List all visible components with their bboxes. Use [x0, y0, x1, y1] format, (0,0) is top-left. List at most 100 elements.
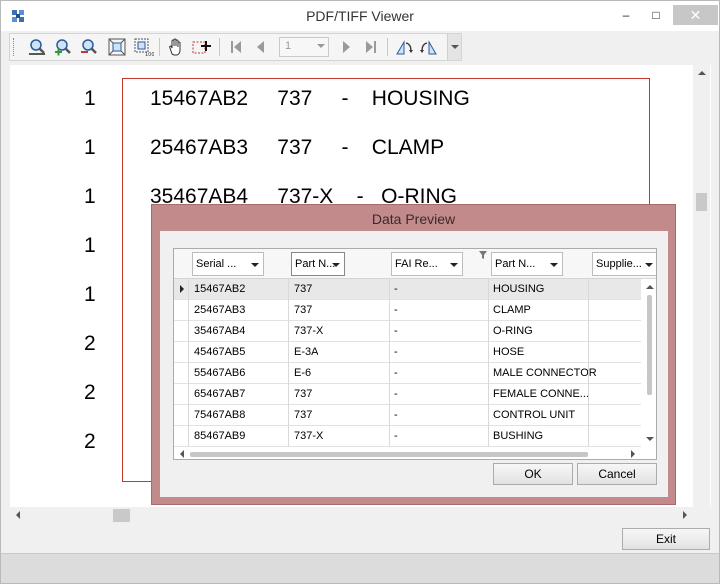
grid-vertical-scrollbar[interactable]	[641, 279, 656, 447]
zoom-fit-icon[interactable]	[26, 37, 48, 57]
table-cell[interactable]: 35467AB4	[194, 325, 245, 337]
table-cell[interactable]: -	[394, 430, 398, 442]
ok-button[interactable]: OK	[493, 463, 573, 485]
previous-page-icon[interactable]	[250, 37, 272, 57]
table-cell[interactable]: 15467AB2	[194, 283, 245, 295]
row-indicator-icon	[180, 285, 184, 293]
column-header-part-name[interactable]: Part N...	[491, 252, 563, 276]
rotate-right-icon[interactable]	[418, 37, 440, 57]
table-cell[interactable]: 55467AB6	[194, 367, 245, 379]
table-row[interactable]: 85467AB9 737-X - BUSHING	[174, 426, 642, 447]
table-row[interactable]: 35467AB4 737-X - O-RING	[174, 321, 642, 342]
column-divider	[389, 279, 390, 447]
document-quantity: 2	[84, 332, 96, 355]
table-cell[interactable]: 737	[294, 409, 312, 421]
pan-hand-icon[interactable]	[165, 37, 187, 57]
exit-button[interactable]: Exit	[622, 528, 710, 550]
zoom-in-icon[interactable]	[52, 37, 74, 57]
toolbar-grip[interactable]	[13, 38, 15, 56]
select-region-icon[interactable]	[191, 37, 213, 57]
chevron-down-icon[interactable]	[645, 263, 653, 267]
scroll-left-icon[interactable]	[16, 511, 20, 519]
table-cell[interactable]: -	[394, 304, 398, 316]
table-row[interactable]: 25467AB3 737 - CLAMP	[174, 300, 642, 321]
toolbar-separator	[387, 38, 388, 56]
column-header-serial[interactable]: Serial ...	[192, 252, 264, 276]
scroll-right-icon[interactable]	[631, 450, 635, 458]
table-cell[interactable]: 737	[294, 388, 312, 400]
first-page-icon[interactable]	[225, 37, 247, 57]
cancel-button[interactable]: Cancel	[577, 463, 657, 485]
table-cell[interactable]: 737-X	[294, 325, 323, 337]
table-cell[interactable]: 737	[294, 304, 312, 316]
table-cell[interactable]: E-3A	[294, 346, 318, 358]
document-horizontal-scrollbar[interactable]	[10, 507, 693, 524]
table-cell[interactable]: 65467AB7	[194, 388, 245, 400]
table-cell[interactable]: 737	[294, 283, 312, 295]
table-cell[interactable]: 75467AB8	[194, 409, 245, 421]
document-quantity: 1	[84, 136, 96, 159]
table-row[interactable]: 55467AB6 E-6 - MALE CONNECTOR	[174, 363, 642, 384]
scroll-right-icon[interactable]	[683, 511, 687, 519]
table-cell[interactable]: 45467AB5	[194, 346, 245, 358]
column-divider	[188, 279, 189, 447]
last-page-icon[interactable]	[360, 37, 382, 57]
filter-icon[interactable]	[479, 251, 487, 259]
grid-horizontal-scrollbar[interactable]	[174, 447, 641, 459]
toolbar-overflow-button[interactable]	[447, 34, 461, 60]
zoom-out-icon[interactable]	[78, 37, 100, 57]
table-cell[interactable]: HOUSING	[493, 283, 544, 295]
column-header-label: Part N...	[495, 258, 536, 270]
table-cell[interactable]: -	[394, 346, 398, 358]
column-header-fai-ref[interactable]: FAI Re...	[391, 252, 463, 276]
chevron-down-icon[interactable]	[251, 263, 259, 267]
table-cell[interactable]: CONTROL UNIT	[493, 409, 575, 421]
scrollbar-thumb[interactable]	[190, 452, 588, 457]
scrollbar-thumb[interactable]	[647, 295, 652, 395]
table-row[interactable]: 45467AB5 E-3A - HOSE	[174, 342, 642, 363]
document-vertical-scrollbar[interactable]	[693, 65, 710, 507]
next-page-icon[interactable]	[335, 37, 357, 57]
window-title: PDF/TIFF Viewer	[306, 8, 414, 24]
scrollbar-thumb[interactable]	[113, 509, 130, 522]
scroll-down-icon[interactable]	[646, 437, 654, 441]
table-row[interactable]: 65467AB7 737 - FEMALE CONNE...	[174, 384, 642, 405]
table-cell[interactable]: HOSE	[493, 346, 524, 358]
table-row[interactable]: 75467AB8 737 - CONTROL UNIT	[174, 405, 642, 426]
scrollbar-thumb[interactable]	[696, 193, 707, 211]
maximize-button[interactable]: □	[643, 5, 669, 25]
chevron-down-icon[interactable]	[550, 263, 558, 267]
svg-text:100: 100	[145, 52, 154, 57]
table-cell[interactable]: O-RING	[493, 325, 533, 337]
chevron-down-icon	[451, 45, 459, 49]
table-cell[interactable]: -	[394, 367, 398, 379]
scrollbar-corner	[641, 447, 656, 459]
chevron-down-icon[interactable]	[450, 263, 458, 267]
chevron-down-icon[interactable]	[332, 263, 340, 267]
page-number-combo[interactable]: 1	[279, 37, 329, 57]
scroll-up-icon[interactable]	[698, 71, 706, 75]
column-header-supplier[interactable]: Supplie...	[592, 252, 656, 276]
scroll-left-icon[interactable]	[180, 450, 184, 458]
table-cell[interactable]: BUSHING	[493, 430, 543, 442]
table-cell[interactable]: -	[394, 283, 398, 295]
minimize-button[interactable]: –	[613, 5, 639, 25]
table-cell[interactable]: -	[394, 409, 398, 421]
column-header-part-number[interactable]: Part N...	[291, 252, 345, 276]
rotate-left-icon[interactable]	[393, 37, 415, 57]
table-cell[interactable]: -	[394, 388, 398, 400]
dialog-body: Serial ... Part N... FAI Re... Part N...…	[160, 231, 668, 497]
table-cell[interactable]: CLAMP	[493, 304, 531, 316]
table-cell[interactable]: -	[394, 325, 398, 337]
table-cell[interactable]: 85467AB9	[194, 430, 245, 442]
table-cell[interactable]: 737-X	[294, 430, 323, 442]
table-cell[interactable]: MALE CONNECTOR	[493, 367, 597, 379]
fit-page-icon[interactable]	[106, 37, 128, 57]
table-cell[interactable]: 25467AB3	[194, 304, 245, 316]
table-cell[interactable]: FEMALE CONNE...	[493, 388, 589, 400]
table-row[interactable]: 15467AB2 737 - HOUSING	[174, 279, 642, 300]
actual-size-icon[interactable]: 100	[132, 37, 154, 57]
close-button[interactable]: ✕	[673, 5, 718, 25]
table-cell[interactable]: E-6	[294, 367, 311, 379]
scroll-up-icon[interactable]	[646, 285, 654, 289]
